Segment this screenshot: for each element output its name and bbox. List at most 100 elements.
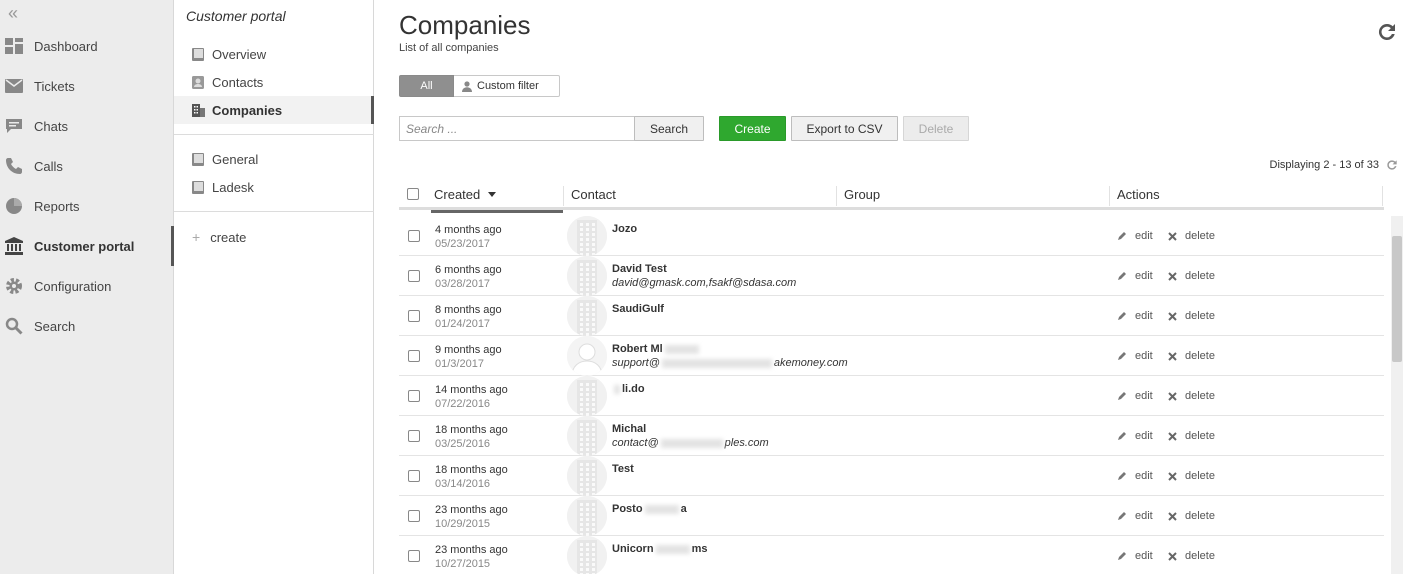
subnav-item-overview[interactable]: Overview [174, 40, 374, 68]
delete-row-button[interactable]: delete [1168, 230, 1215, 242]
row-checkbox[interactable] [408, 350, 420, 362]
nav-item-dashboard[interactable]: Dashboard [0, 26, 174, 66]
contact-cell[interactable]: Robert Ml support@ akemoney.com [612, 342, 848, 370]
row-checkbox[interactable] [408, 430, 420, 442]
nav-item-customer-portal[interactable]: Customer portal [0, 226, 174, 266]
created-cell: 9 months ago 01/3/2017 [435, 343, 502, 371]
create-button[interactable]: Create [719, 116, 786, 141]
row-checkbox[interactable] [408, 230, 420, 242]
edit-button[interactable]: edit [1117, 350, 1153, 362]
select-all-checkbox[interactable] [407, 188, 419, 200]
delete-label: delete [1185, 270, 1215, 282]
contact-email-tail: akemoney.com [773, 357, 848, 369]
refresh-icon[interactable] [1375, 20, 1399, 44]
column-created[interactable]: Created [434, 180, 497, 208]
person-avatar [567, 336, 607, 376]
delete-button[interactable]: Delete [903, 116, 969, 141]
column-group[interactable]: Group [844, 180, 880, 208]
scrollbar[interactable] [1391, 216, 1403, 574]
contact-cell[interactable]: Unicorn ms [612, 542, 707, 556]
table-row[interactable]: 14 months ago 07/22/2016 li.do edit delete [399, 376, 1384, 416]
refresh-list-icon[interactable] [1385, 158, 1399, 172]
nav-item-search[interactable]: Search [0, 306, 174, 346]
created-date: 07/22/2016 [435, 398, 491, 410]
subnav-item-ladesk[interactable]: Ladesk [174, 173, 374, 201]
delete-row-button[interactable]: delete [1168, 270, 1215, 282]
delete-row-button[interactable]: delete [1168, 350, 1215, 362]
created-cell: 8 months ago 01/24/2017 [435, 303, 502, 331]
collapse-sidebar-icon[interactable]: « [8, 4, 18, 22]
company-avatar [567, 376, 607, 416]
table-row[interactable]: 9 months ago 01/3/2017 Robert Ml support@ ak… [399, 336, 1384, 376]
export-csv-button[interactable]: Export to CSV [791, 116, 898, 141]
nav-item-tickets[interactable]: Tickets [0, 66, 174, 106]
page-subtitle: List of all companies [399, 42, 499, 54]
row-checkbox[interactable] [408, 310, 420, 322]
row-checkbox[interactable] [408, 390, 420, 402]
contact-cell[interactable]: Jozo [612, 222, 637, 236]
delete-row-button[interactable]: delete [1168, 430, 1215, 442]
subnav-item-general[interactable]: General [174, 145, 374, 173]
edit-label: edit [1135, 430, 1153, 442]
edit-button[interactable]: edit [1117, 510, 1153, 522]
created-cell: 23 months ago 10/27/2015 [435, 543, 508, 571]
column-contact[interactable]: Contact [571, 180, 616, 208]
contact-name-text: Unicorn [612, 543, 654, 555]
close-icon [1168, 431, 1177, 441]
contact-name: li.do [612, 382, 645, 396]
row-checkbox[interactable] [408, 550, 420, 562]
search-button[interactable]: Search [634, 116, 704, 141]
nav-item-reports[interactable]: Reports [0, 186, 174, 226]
edit-button[interactable]: edit [1117, 270, 1153, 282]
scrollbar-thumb[interactable] [1392, 236, 1402, 362]
delete-row-button[interactable]: delete [1168, 390, 1215, 402]
delete-row-button[interactable]: delete [1168, 470, 1215, 482]
filter-all-button[interactable]: All [399, 75, 454, 97]
contact-cell[interactable]: Posto a [612, 502, 687, 516]
delete-row-button[interactable]: delete [1168, 510, 1215, 522]
nav-item-configuration[interactable]: Configuration [0, 266, 174, 306]
contact-cell[interactable]: Michal contact@ ples.com [612, 422, 769, 450]
contact-cell[interactable]: li.do [612, 382, 645, 396]
edit-button[interactable]: edit [1117, 550, 1153, 562]
table-row[interactable]: 8 months ago 01/24/2017 SaudiGulf edit delet… [399, 296, 1384, 336]
created-date: 05/23/2017 [435, 238, 491, 250]
contact-email-tail: ples.com [724, 437, 769, 449]
table-row[interactable]: 6 months ago 03/28/2017 David Test david@gm… [399, 256, 1384, 296]
table-row[interactable]: 23 months ago 10/29/2015 Posto a edit delete [399, 496, 1384, 536]
close-icon [1168, 231, 1177, 241]
company-avatar [567, 216, 607, 256]
created-ago: 23 months ago [435, 504, 508, 516]
nav-item-calls[interactable]: Calls [0, 146, 174, 186]
search-input[interactable] [399, 116, 635, 141]
table-row[interactable]: 18 months ago 03/14/2016 Test edit delete [399, 456, 1384, 496]
contact-name-text: David Test [612, 263, 667, 275]
row-checkbox[interactable] [408, 270, 420, 282]
edit-label: edit [1135, 350, 1153, 362]
close-icon [1168, 271, 1177, 281]
edit-button[interactable]: edit [1117, 430, 1153, 442]
custom-filter-button[interactable]: Custom filter [454, 75, 560, 97]
table-row[interactable]: 23 months ago 10/27/2015 Unicorn ms edit dele… [399, 536, 1384, 574]
contact-name: Test [612, 462, 634, 476]
nav-item-chats[interactable]: Chats [0, 106, 174, 146]
edit-button[interactable]: edit [1117, 310, 1153, 322]
section-title: Customer portal [186, 8, 286, 24]
book-icon [191, 180, 205, 194]
table-row[interactable]: 4 months ago 05/23/2017 Jozo edit delete [399, 216, 1384, 256]
edit-button[interactable]: edit [1117, 230, 1153, 242]
contact-cell[interactable]: SaudiGulf [612, 302, 664, 316]
contact-cell[interactable]: David Test david@gmask.com,fsakf@sdasa.co… [612, 262, 796, 290]
table-row[interactable]: 18 months ago 03/25/2016 Michal contact@ ple… [399, 416, 1384, 456]
row-checkbox[interactable] [408, 470, 420, 482]
create-link[interactable]: + create [174, 226, 374, 248]
row-checkbox[interactable] [408, 510, 420, 522]
delete-row-button[interactable]: delete [1168, 550, 1215, 562]
subnav-item-contacts[interactable]: Contacts [174, 68, 374, 96]
edit-button[interactable]: edit [1117, 390, 1153, 402]
edit-button[interactable]: edit [1117, 470, 1153, 482]
contact-cell[interactable]: Test [612, 462, 634, 476]
delete-row-button[interactable]: delete [1168, 310, 1215, 322]
contact-email: contact@ ples.com [612, 436, 769, 450]
subnav-item-companies[interactable]: Companies [174, 96, 374, 124]
